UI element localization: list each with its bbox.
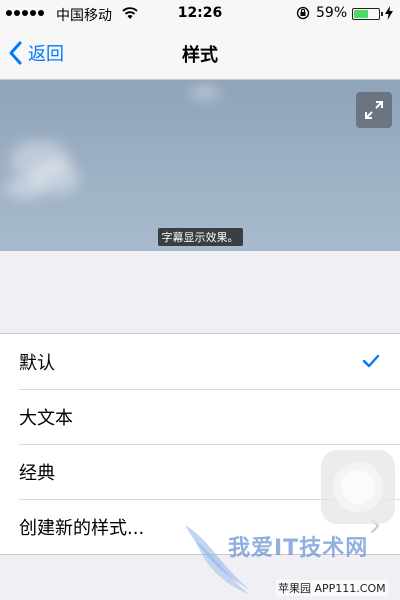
style-option-label: 默认 xyxy=(19,352,55,374)
battery-percent: 59% xyxy=(316,5,348,21)
style-option-default[interactable]: 默认 xyxy=(0,334,400,389)
navigation-bar: 返回 样式 xyxy=(0,28,400,80)
battery-icon xyxy=(352,8,383,20)
charging-icon xyxy=(385,6,393,20)
watermark-title: 我爱IT技术网 xyxy=(228,536,369,561)
fullscreen-icon xyxy=(365,101,383,119)
style-option-label: 大文本 xyxy=(19,407,73,429)
signal-icon xyxy=(6,10,44,16)
section-spacer xyxy=(0,251,400,333)
style-option-label: 经典 xyxy=(19,462,55,484)
style-option-large-text[interactable]: 大文本 xyxy=(0,389,400,444)
carrier-name: 中国移动 xyxy=(56,8,112,24)
assistive-touch-button[interactable] xyxy=(321,450,395,524)
checkmark-icon xyxy=(362,354,380,368)
watermark-subtitle: 苹果园 APP111.COM xyxy=(276,580,388,596)
back-button[interactable]: 返回 xyxy=(8,38,64,68)
fullscreen-button[interactable] xyxy=(356,92,392,128)
subtitle-preview xyxy=(0,80,400,251)
back-chevron-icon xyxy=(9,41,22,65)
style-option-label: 创建新的样式... xyxy=(19,517,145,539)
rotation-lock-icon xyxy=(296,6,310,20)
back-label: 返回 xyxy=(28,44,64,65)
wifi-icon xyxy=(122,7,138,19)
status-bar: 中国移动 12:26 59% xyxy=(0,0,400,28)
